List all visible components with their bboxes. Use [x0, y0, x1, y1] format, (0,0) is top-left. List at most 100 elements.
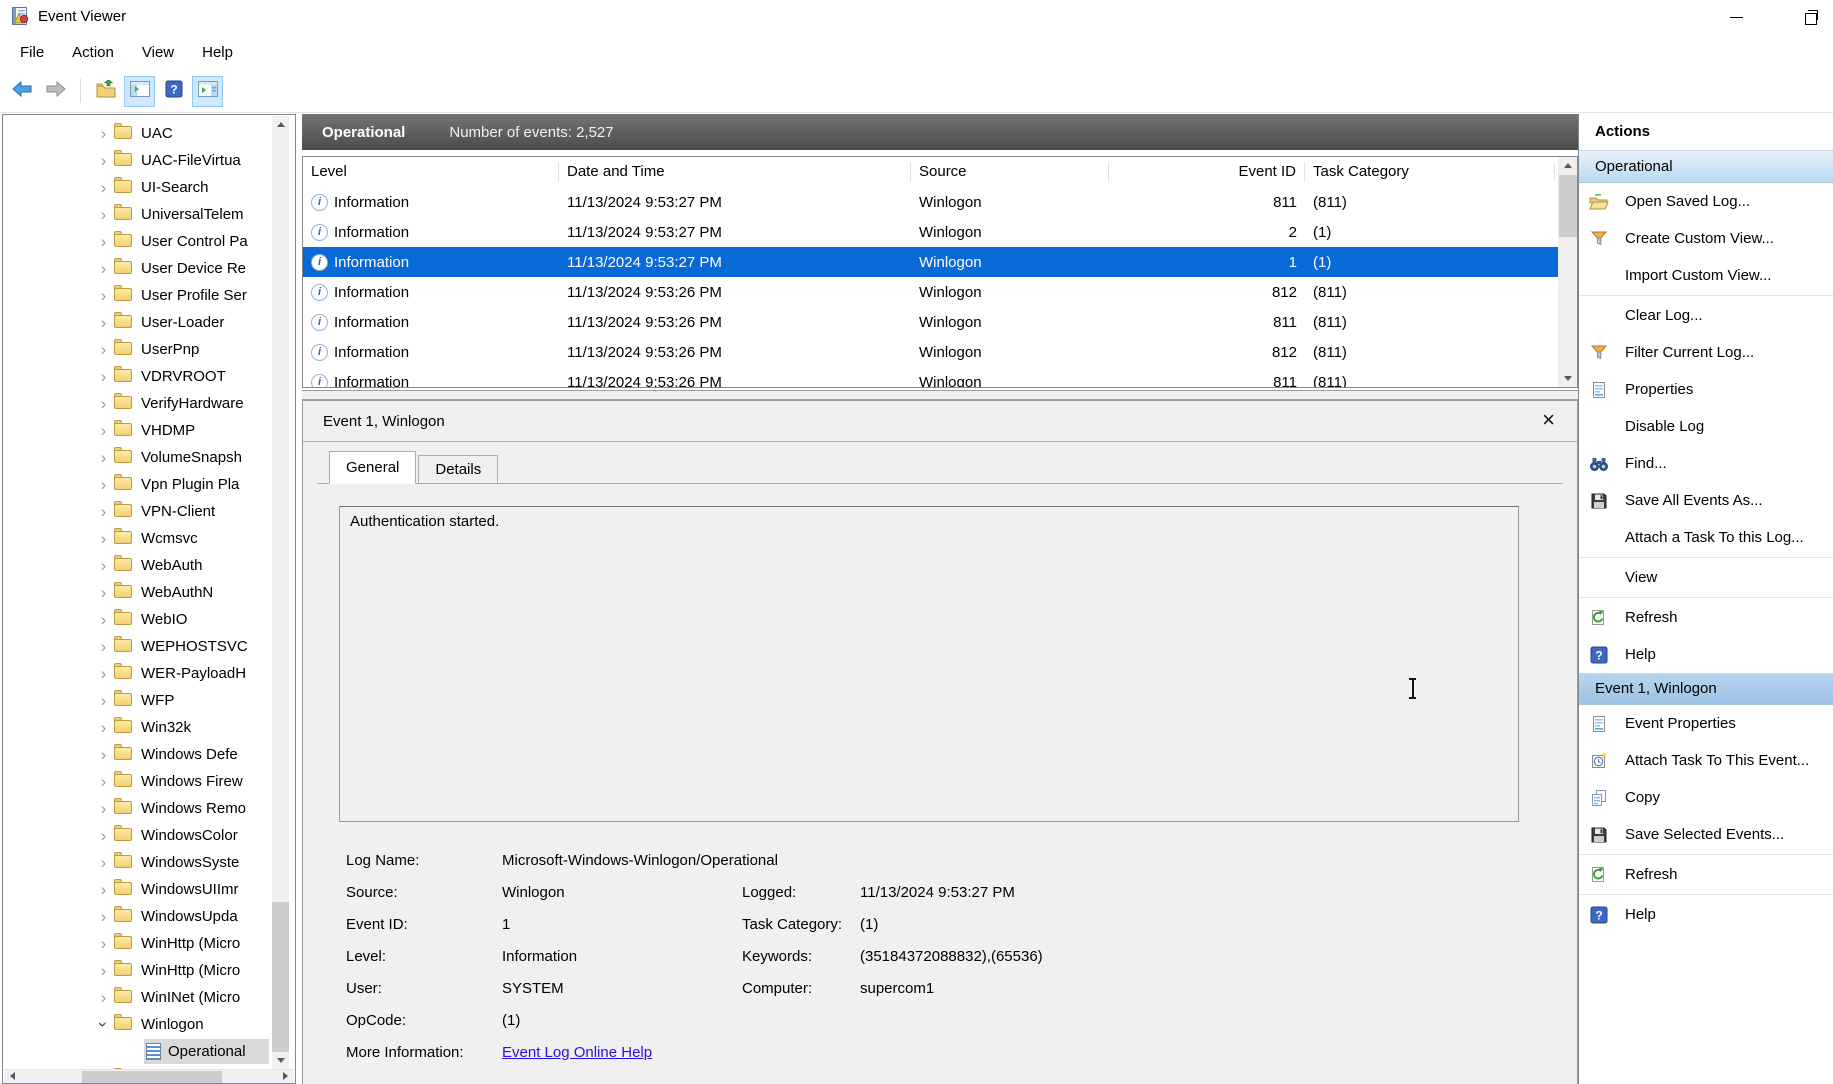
table-row[interactable]: Information11/13/2024 9:53:26 PMWinlogon… — [303, 367, 1559, 387]
tree-item[interactable]: WindowsUIImr — [3, 876, 269, 903]
table-row[interactable]: Information11/13/2024 9:53:27 PMWinlogon… — [303, 247, 1559, 277]
minimize-button[interactable] — [1706, 0, 1766, 34]
tree-item[interactable]: User Device Re — [3, 255, 269, 282]
actions-section-header[interactable]: Operational — [1579, 151, 1833, 183]
tree-item[interactable]: Operational — [3, 1038, 269, 1065]
tree-item[interactable]: Wcmsvc — [3, 525, 269, 552]
action-item[interactable]: Refresh — [1579, 599, 1833, 636]
action-item[interactable]: Refresh — [1579, 856, 1833, 893]
tree-item[interactable]: VolumeSnapsh — [3, 444, 269, 471]
tree-item[interactable]: UAC — [3, 120, 269, 147]
chevron-right-icon[interactable] — [95, 260, 112, 277]
tree-horizontal-scrollbar[interactable] — [4, 1069, 294, 1083]
tree-item[interactable]: Windows Defe — [3, 741, 269, 768]
tree-item[interactable]: Win32k — [3, 714, 269, 741]
tree-item[interactable]: WindowsSyste — [3, 849, 269, 876]
chevron-right-icon[interactable] — [95, 908, 112, 925]
back-button[interactable] — [6, 76, 37, 107]
tree-item[interactable]: VerifyHardware — [3, 390, 269, 417]
column-header-source[interactable]: Source — [911, 162, 1109, 182]
action-item[interactable]: Disable Log — [1579, 408, 1833, 445]
chevron-right-icon[interactable] — [95, 449, 112, 466]
tab-details[interactable]: Details — [418, 455, 498, 484]
chevron-right-icon[interactable] — [95, 692, 112, 709]
chevron-right-icon[interactable] — [95, 989, 112, 1006]
table-row[interactable]: Information11/13/2024 9:53:27 PMWinlogon… — [303, 187, 1559, 217]
chevron-right-icon[interactable] — [95, 827, 112, 844]
menu-view[interactable]: View — [128, 40, 188, 65]
tree-item[interactable]: Windows Remo — [3, 795, 269, 822]
action-item[interactable]: View — [1579, 559, 1833, 596]
column-header-event-id[interactable]: Event ID — [1109, 162, 1305, 182]
action-item[interactable]: Save All Events As... — [1579, 482, 1833, 519]
forward-button[interactable] — [40, 76, 71, 107]
table-vertical-scrollbar[interactable] — [1558, 157, 1577, 387]
action-item[interactable]: ?Help — [1579, 636, 1833, 673]
chevron-right-icon[interactable] — [95, 476, 112, 493]
scroll-up-icon[interactable] — [272, 116, 289, 133]
chevron-right-icon[interactable] — [95, 638, 112, 655]
chevron-right-icon[interactable] — [95, 530, 112, 547]
tree-item[interactable]: Windows Firew — [3, 768, 269, 795]
chevron-right-icon[interactable] — [95, 611, 112, 628]
event-message-box[interactable]: Authentication started. — [339, 506, 1519, 822]
tree-item[interactable]: WinINet (Micro — [3, 984, 269, 1011]
action-item[interactable]: Find... — [1579, 445, 1833, 482]
scroll-down-icon[interactable] — [272, 1052, 289, 1069]
tree-item[interactable]: UniversalTelem — [3, 201, 269, 228]
tree-item[interactable]: VPN-Client — [3, 498, 269, 525]
show-action-pane-button[interactable] — [192, 76, 223, 107]
restore-button[interactable] — [1788, 0, 1833, 34]
column-header-task-category[interactable]: Task Category — [1305, 162, 1555, 182]
chevron-right-icon[interactable] — [95, 719, 112, 736]
show-console-tree-button[interactable] — [124, 76, 155, 107]
scrollbar-thumb[interactable] — [1559, 175, 1577, 237]
chevron-right-icon[interactable] — [95, 233, 112, 250]
chevron-right-icon[interactable] — [95, 422, 112, 439]
action-item[interactable]: Save Selected Events... — [1579, 816, 1833, 853]
tree-item[interactable]: WFP — [3, 687, 269, 714]
tree-vertical-scrollbar[interactable] — [272, 116, 289, 1069]
action-item[interactable]: Event Properties — [1579, 705, 1833, 742]
tree-item[interactable]: UAC-FileVirtua — [3, 147, 269, 174]
table-row[interactable]: Information11/13/2024 9:53:26 PMWinlogon… — [303, 277, 1559, 307]
chevron-right-icon[interactable] — [95, 962, 112, 979]
export-button[interactable] — [90, 76, 121, 107]
scroll-down-icon[interactable] — [1559, 370, 1576, 387]
chevron-right-icon[interactable] — [95, 368, 112, 385]
chevron-right-icon[interactable] — [95, 287, 112, 304]
close-icon[interactable] — [1542, 405, 1555, 435]
chevron-right-icon[interactable] — [95, 341, 112, 358]
scroll-up-icon[interactable] — [1559, 157, 1576, 174]
action-item[interactable]: Properties — [1579, 371, 1833, 408]
chevron-right-icon[interactable] — [95, 557, 112, 574]
table-row[interactable]: Information11/13/2024 9:53:26 PMWinlogon… — [303, 307, 1559, 337]
chevron-right-icon[interactable] — [95, 881, 112, 898]
action-item[interactable]: Attach a Task To this Log... — [1579, 519, 1833, 556]
column-header-date-and-time[interactable]: Date and Time — [559, 162, 911, 182]
action-item[interactable]: ★Attach Task To This Event... — [1579, 742, 1833, 779]
chevron-right-icon[interactable] — [95, 125, 112, 142]
tree-item[interactable]: WinHttp (Micro — [3, 957, 269, 984]
action-item[interactable]: Create Custom View... — [1579, 220, 1833, 257]
chevron-right-icon[interactable] — [95, 179, 112, 196]
chevron-right-icon[interactable] — [95, 314, 112, 331]
tree-item[interactable]: WindowsUpda — [3, 903, 269, 930]
scroll-left-icon[interactable] — [4, 1070, 21, 1083]
chevron-right-icon[interactable] — [95, 773, 112, 790]
menu-file[interactable]: File — [6, 40, 58, 65]
action-item[interactable]: Open Saved Log... — [1579, 183, 1833, 220]
menu-action[interactable]: Action — [58, 40, 128, 65]
table-row[interactable]: Information11/13/2024 9:53:26 PMWinlogon… — [303, 337, 1559, 367]
help-button[interactable]: ? — [158, 76, 189, 107]
chevron-right-icon[interactable] — [95, 935, 112, 952]
tree-item[interactable]: VDRVROOT — [3, 363, 269, 390]
chevron-right-icon[interactable] — [95, 206, 112, 223]
action-item[interactable]: Filter Current Log... — [1579, 334, 1833, 371]
chevron-right-icon[interactable] — [95, 800, 112, 817]
tree-item[interactable]: User-Loader — [3, 309, 269, 336]
event-log-online-help-link[interactable]: Event Log Online Help — [502, 1044, 742, 1061]
chevron-right-icon[interactable] — [95, 503, 112, 520]
chevron-right-icon[interactable] — [95, 665, 112, 682]
chevron-right-icon[interactable] — [95, 854, 112, 871]
